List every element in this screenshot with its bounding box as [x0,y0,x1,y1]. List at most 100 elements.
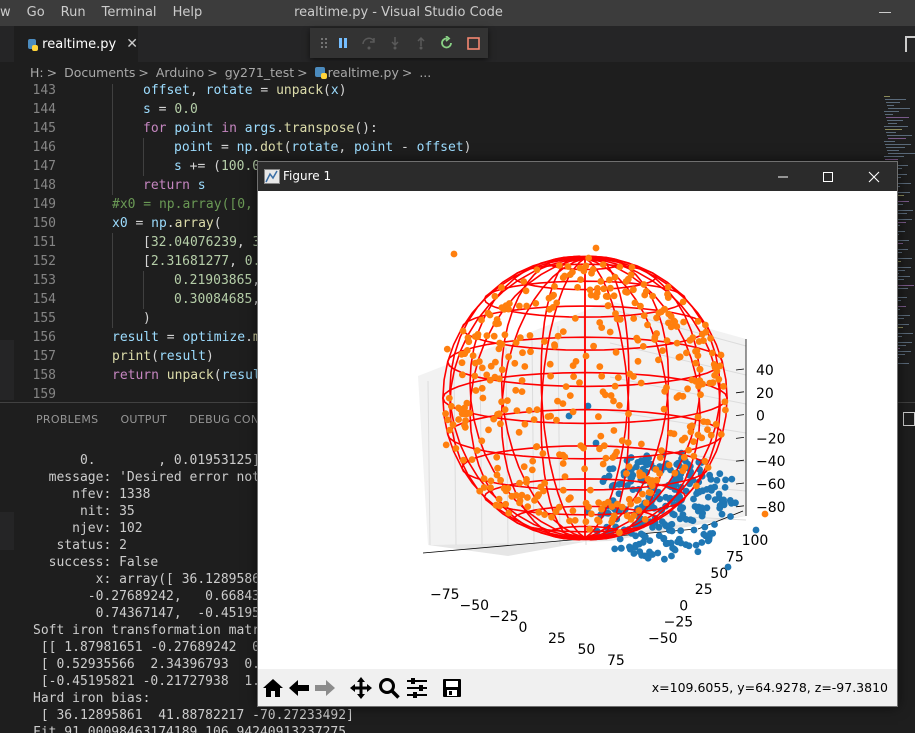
minimap-line [884,141,895,142]
breadcrumb-arduino[interactable]: Arduino [156,65,204,80]
figure-minimize-icon[interactable] [760,162,806,191]
scatter-point [493,471,501,479]
drag-grip-icon[interactable] [318,28,330,58]
scatter-point [567,494,574,502]
scatter-point [681,434,689,442]
scatter-point [702,321,709,329]
indent-guide [112,290,113,309]
figure-window: Figure 1 40 20 0 −20 −40 −60 −80 −75 −50 −25 0 25 5… [257,161,898,707]
code-text: [32.04076239, 3 [143,235,260,250]
pan-icon[interactable] [348,675,374,701]
stop-icon[interactable] [460,28,486,58]
scatter-point [496,502,504,510]
scatter-point [570,373,577,380]
scatter-point [653,476,661,484]
y-tick-label: −25 [664,615,694,631]
z-tick-label: −20 [756,431,786,447]
code-line[interactable]: 144 s = 0.0 [0,100,880,119]
line-number: 154 [32,292,56,307]
scatter-point [679,467,687,475]
figure-maximize-icon[interactable] [805,162,851,191]
scatter-point [513,407,521,414]
terminal-line: -0.27689242, 0.66843 [33,589,260,604]
step-out-icon[interactable] [408,28,434,58]
code-line[interactable]: 146 point = np.dot(rotate, point - offset… [0,138,880,157]
home-icon[interactable] [260,675,286,701]
scatter-point [478,384,486,392]
terminal-line: Fit 91.00098463174189 106.94240913237275 [33,725,347,733]
split-editor-icon[interactable] [905,36,915,52]
scatter-point [630,373,637,380]
breadcrumb-drive[interactable]: H: [30,65,44,80]
step-over-icon[interactable] [356,28,382,58]
tab-problems[interactable]: PROBLEMS [36,413,98,426]
scatter-point [478,437,486,445]
configure-subplots-icon[interactable] [404,675,430,701]
line-number: 146 [32,140,56,155]
breadcrumb-documents[interactable]: Documents [64,65,135,80]
scatter-point [702,328,710,336]
back-arrow-icon[interactable] [286,675,312,701]
scatter-point [501,331,509,339]
scatter-point [480,475,488,483]
minimap-line [884,126,908,127]
cursor-coordinate-readout: x=109.6055, y=64.9278, z=-97.3810 [651,680,888,695]
tab-output[interactable]: OUTPUT [120,413,167,426]
code-line[interactable]: 145 for point in args.transpose(): [0,119,880,138]
scatter-point [707,431,715,439]
scatter-point [464,334,472,342]
indent-guide [112,233,113,252]
scatter-point [611,382,619,390]
scatter-point [512,491,520,499]
scatter-point [690,438,697,445]
restart-icon[interactable] [434,28,460,58]
plot-canvas[interactable]: 40 20 0 −20 −40 −60 −80 −75 −50 −25 0 25 50 75 −50 −2… [258,191,897,669]
scatter-point [701,523,709,531]
forward-arrow-icon[interactable] [312,675,338,701]
scatter-point [752,526,760,534]
figure-titlebar: Figure 1 [258,162,897,191]
scatter-point [720,383,727,390]
scatter-point [541,511,548,518]
3d-scatter-plot[interactable]: 40200−20−40−60−80 −75−50−250255075 −50−2… [258,191,897,669]
close-icon[interactable]: ✕ [126,36,138,52]
scatter-point [466,409,473,417]
scatter-point [587,291,595,299]
scatter-point [687,516,694,524]
scatter-point [471,359,479,367]
scatter-point [712,420,720,428]
save-icon[interactable] [439,675,465,701]
scatter-point [448,402,455,410]
code-line[interactable]: 143 offset, rotate = unpack(x) [0,84,880,100]
scatter-point [615,481,623,488]
scatter-point [533,406,541,414]
breadcrumb-file[interactable]: realtime.py [328,65,399,80]
zoom-icon[interactable] [376,675,402,701]
scatter-point [582,518,590,526]
scatter-point [460,456,467,464]
scatter-point [704,493,712,501]
scatter-point [483,332,491,340]
scatter-point [548,513,555,521]
figure-close-icon[interactable] [851,162,897,191]
scatter-point [473,447,481,454]
pause-icon[interactable] [330,28,356,58]
panel-maximize-icon[interactable] [903,412,915,426]
scatter-point [696,365,704,373]
breadcrumb-gy271-test[interactable]: gy271_test [225,65,294,80]
scatter-point [446,426,454,434]
step-into-icon[interactable] [382,28,408,58]
breadcrumb-symbol[interactable]: ... [419,65,431,80]
minimize-icon[interactable] [877,3,893,21]
scatter-point [663,384,670,391]
scatter-point [670,317,678,325]
scatter-point [690,526,698,534]
title-bar: w Go Run Terminal Help realtime.py - Vis… [0,0,915,26]
scatter-point [708,487,715,494]
scatter-point [617,544,625,552]
tab-realtime-py[interactable]: realtime.py ✕ [14,26,138,62]
scatter-point [577,276,584,283]
scatter-point [610,397,617,405]
scatter-point [595,413,602,421]
scatter-point [685,542,693,550]
